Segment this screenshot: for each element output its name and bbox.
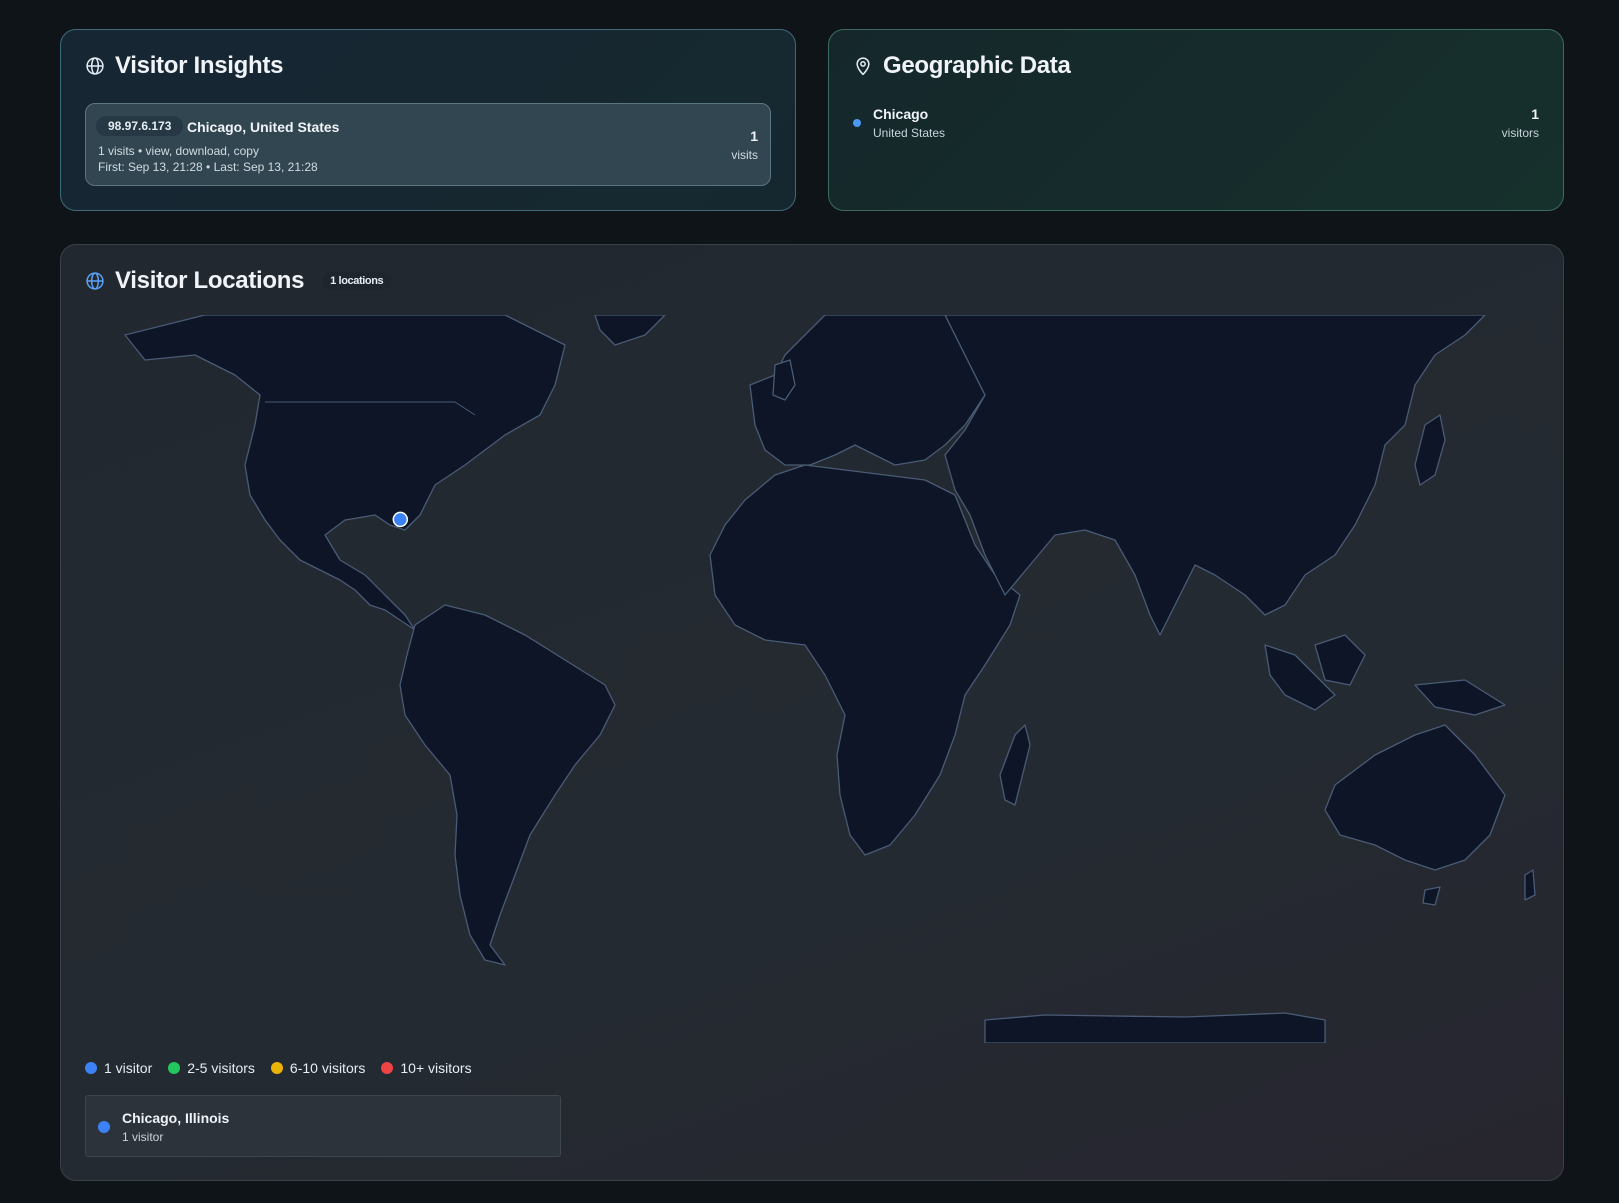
continents bbox=[124, 315, 1536, 1043]
australia bbox=[1324, 724, 1506, 871]
greenland bbox=[594, 315, 666, 346]
geographic-data-title: Geographic Data bbox=[853, 52, 1071, 80]
geo-visitor-count: 1 visitors bbox=[1502, 106, 1539, 140]
legend-item-6-10: 6-10 visitors bbox=[270, 1060, 366, 1076]
legend-label: 2-5 visitors bbox=[187, 1060, 255, 1076]
visitor-insights-title: Visitor Insights bbox=[85, 52, 283, 80]
visitor-location: Chicago, United States bbox=[187, 119, 340, 135]
location-list-item[interactable]: Chicago, Illinois 1 visitor bbox=[85, 1095, 561, 1157]
geo-dot bbox=[853, 119, 861, 127]
asia bbox=[944, 315, 1486, 636]
south-america bbox=[399, 604, 616, 966]
new-zealand bbox=[1524, 869, 1536, 901]
legend-item-2-5: 2-5 visitors bbox=[168, 1060, 255, 1076]
new-guinea bbox=[1414, 679, 1506, 716]
visitor-times: First: Sep 13, 21:28 • Last: Sep 13, 21:… bbox=[98, 160, 318, 174]
map-pin-icon bbox=[856, 57, 870, 76]
legend-label: 1 visitor bbox=[104, 1060, 153, 1076]
geo-count-label: visitors bbox=[1501, 126, 1539, 140]
globe-icon bbox=[86, 272, 104, 290]
antarctica bbox=[984, 1012, 1326, 1043]
tasmania bbox=[1422, 886, 1441, 906]
north-america bbox=[124, 315, 566, 631]
geo-country: United States bbox=[873, 126, 946, 140]
legend-item-10-plus: 10+ visitors bbox=[381, 1060, 472, 1076]
location-name: Chicago, Illinois bbox=[122, 1110, 230, 1126]
japan bbox=[1414, 414, 1446, 486]
visitor-meta: 1 visits • view, download, copy bbox=[98, 144, 259, 158]
globe-icon bbox=[86, 57, 104, 75]
visitor-locations-title: Visitor Locations 1 locations bbox=[85, 267, 392, 295]
visitor-locations-card: Visitor Locations 1 locations 1 visitor … bbox=[60, 244, 1564, 1181]
map-legend: 1 visitor 2-5 visitors 6-10 visitors 10+… bbox=[85, 1060, 472, 1076]
legend-dot bbox=[270, 1062, 283, 1074]
legend-dot bbox=[168, 1062, 181, 1074]
visit-count-label: visits bbox=[731, 148, 758, 162]
location-dot bbox=[98, 1121, 110, 1133]
geographic-data-card: Geographic Data Chicago United States 1 … bbox=[828, 29, 1564, 211]
visitor-row[interactable]: 98.97.6.173 Chicago, United States 1 vis… bbox=[85, 103, 771, 186]
visitor-insights-card: Visitor Insights 98.97.6.173 Chicago, Un… bbox=[60, 29, 796, 211]
geo-city: Chicago bbox=[873, 106, 929, 122]
legend-label: 10+ visitors bbox=[400, 1060, 472, 1076]
ip-badge: 98.97.6.173 bbox=[96, 116, 184, 136]
geographic-data-heading: Geographic Data bbox=[883, 52, 1071, 79]
visit-count: 1 visits bbox=[731, 128, 758, 162]
visitor-marker-chicago[interactable] bbox=[392, 511, 409, 528]
madagascar bbox=[999, 724, 1031, 806]
visitor-markers bbox=[392, 511, 409, 528]
locations-count-badge: 1 locations bbox=[322, 272, 392, 290]
legend-label: 6-10 visitors bbox=[289, 1060, 366, 1076]
geo-count-number: 1 bbox=[1531, 106, 1539, 122]
location-visitor-count: 1 visitor bbox=[122, 1130, 164, 1144]
world-map[interactable] bbox=[85, 315, 1541, 1043]
visit-count-number: 1 bbox=[750, 128, 758, 144]
visitor-locations-heading: Visitor Locations bbox=[115, 267, 305, 294]
legend-item-1: 1 visitor bbox=[85, 1060, 152, 1076]
visitor-insights-heading: Visitor Insights bbox=[115, 52, 284, 79]
borneo bbox=[1314, 634, 1366, 686]
legend-dot bbox=[381, 1062, 394, 1074]
legend-dot bbox=[85, 1062, 97, 1074]
